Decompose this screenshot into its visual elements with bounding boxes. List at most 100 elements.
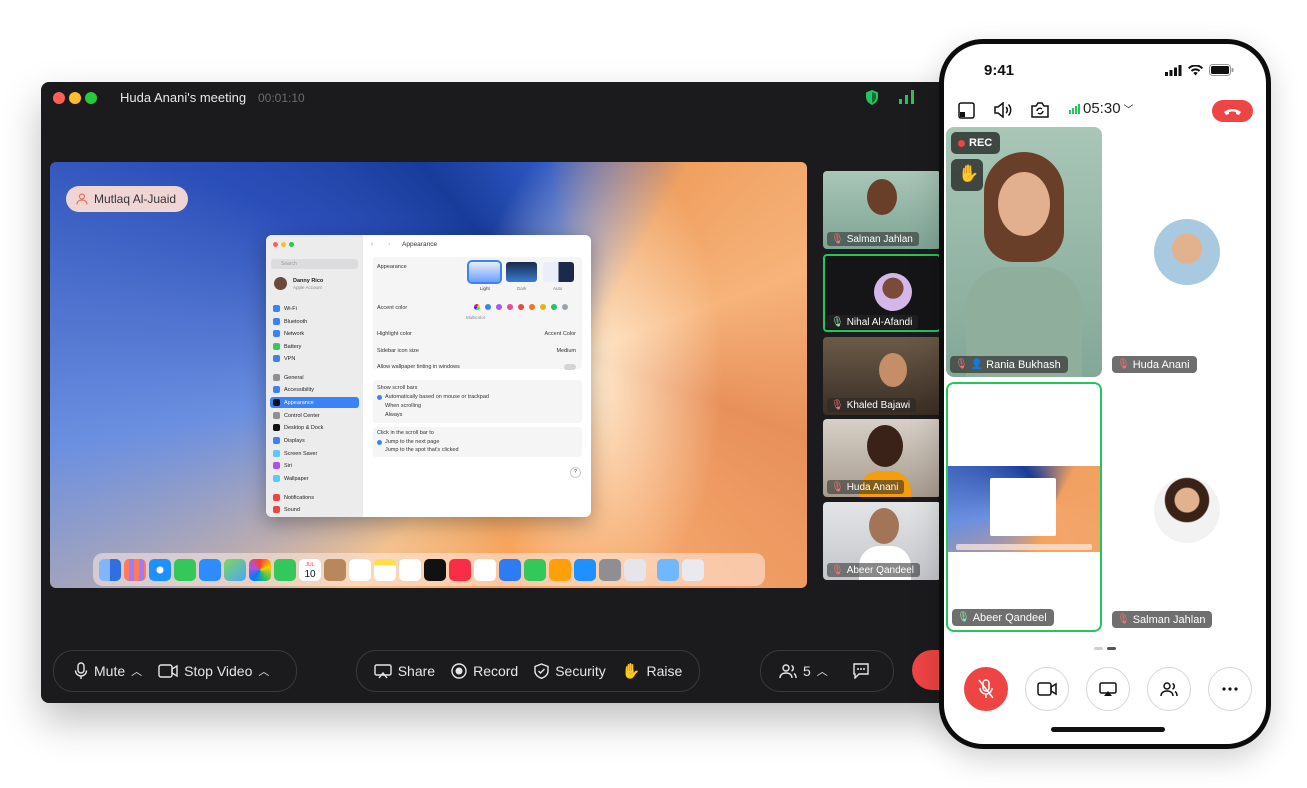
chevron-up-icon[interactable]: ︿ [131,663,142,679]
accent-green [551,304,557,310]
hand-icon: ✋ [958,164,980,183]
participant-tile-2-active[interactable]: 🎙 Nihal Al-Afandi [823,254,941,332]
settings-sidebar-item[interactable]: Network [270,328,359,339]
stop-video-button[interactable]: Stop Video ︿ [150,651,277,691]
raise-hand-button[interactable]: ✋ Raise [614,651,690,691]
radio-selected-icon [377,395,382,400]
accent-purple [496,304,502,310]
participant-tile-3[interactable]: 🎙 Khaled Bajawi [823,337,941,415]
phone-share-button[interactable] [1086,667,1130,711]
participant-tile-4[interactable]: 🎙 Huda Anani [823,419,941,497]
chat-button[interactable] [836,651,878,691]
facetime-icon [274,558,296,581]
switch-camera-icon[interactable] [1031,102,1049,118]
settings-sidebar-item[interactable]: VPN [270,353,359,364]
speaker-icon[interactable] [994,102,1012,118]
mute-button[interactable]: Mute ︿ [54,651,150,691]
settings-item-label: Control Center [284,412,320,419]
settings-item-label: Bluetooth [284,318,308,325]
participant-tile-1[interactable]: 🎙 Salman Jahlan [823,171,941,249]
accent-pink [507,304,513,310]
page-indicator-1[interactable] [1094,647,1103,650]
settings-sidebar-item[interactable]: Siri [270,460,359,471]
accent-red [518,304,524,310]
stop-video-label: Stop Video [184,663,253,679]
settings-sidebar-item[interactable]: Screen Saver [270,448,359,459]
chevron-up-icon[interactable]: ︿ [258,663,269,679]
person-icon [76,193,88,205]
call-duration[interactable]: 05:30 ﹀ [1069,100,1134,117]
microphone-icon [74,662,88,679]
theme-dark [506,262,537,282]
status-clock: 9:41 [984,62,1015,79]
encryption-shield-icon[interactable] [865,90,879,105]
macos-dock: JUL 10 [93,553,765,586]
settings-item-icon [273,374,280,381]
phone-video-button[interactable] [1025,667,1069,711]
settings-sidebar-item[interactable]: Wallpaper [270,473,359,484]
accent-blue [485,304,491,310]
settings-item-label: Wi-Fi [284,305,297,312]
participant-label: 🎙 Abeer Qandeel [827,563,920,577]
chevron-up-icon[interactable]: ︿ [817,663,828,679]
mic-muted-icon: 🎙 [831,481,844,493]
settings-item-label: Notifications [284,494,314,501]
presenter-tag: Mutlaq Al-Juaid [66,186,189,212]
forward-icon: › [388,241,391,248]
pip-icon[interactable] [958,102,975,119]
settings-sidebar-item[interactable]: Wi-Fi [270,303,359,314]
tile-name-label: 🎙 Abeer Qandeel [952,609,1054,626]
maximize-window-button[interactable] [85,92,97,104]
settings-sidebar-item[interactable]: Notifications [270,492,359,503]
phone-more-button[interactable] [1208,667,1252,711]
phone-tile-share-active[interactable]: 🎙 Abeer Qandeel [946,382,1102,632]
participant-label: 🎙 Huda Anani [827,480,905,494]
settings-sidebar-item[interactable]: General [270,372,359,383]
participants-button[interactable]: 5 ︿ [761,651,836,691]
video-camera-icon [1037,682,1057,696]
security-button[interactable]: Security [526,651,614,691]
meeting-timer: 00:01:10 [258,91,305,105]
phone-tile-top-right[interactable]: 🎙 Huda Anani [1108,127,1265,377]
freeform-icon [399,558,421,581]
participant-photo [867,425,903,467]
numbers-icon [524,558,546,581]
minimize-window-button[interactable] [69,92,81,104]
settings-sidebar-item[interactable]: Control Center [270,410,359,421]
close-window-button[interactable] [53,92,65,104]
settings-item-label: Sound [284,506,300,513]
settings-sidebar-item[interactable]: Desktop & Dock [270,422,359,433]
settings-item-label: Siri [284,462,292,469]
click-option-spot: Jump to the spot that's clicked [385,447,459,453]
settings-item-label: Battery [284,343,302,350]
settings-sidebar-item[interactable]: Sound [270,504,359,515]
phone-mute-button[interactable] [964,667,1008,711]
signal-bars-icon[interactable] [899,90,915,104]
settings-sidebar-item[interactable]: Accessibility [270,384,359,395]
share-button[interactable]: Share [366,651,443,691]
sidebar-icon-label: Sidebar icon size [377,348,419,354]
tinting-label: Allow wallpaper tinting in windows [377,364,460,370]
record-button[interactable]: Record [443,651,526,691]
settings-sidebar: Search Danny Rico Apple Account Wi-Fi Blu… [266,235,363,517]
settings-title: Appearance [402,241,438,248]
mic-icon: 🎙 [831,316,844,328]
click-option-next: Jump to the next page [385,439,440,445]
phone-tile-bottom-right[interactable]: 🎙 Salman Jahlan [1108,382,1265,632]
accent-orange [529,304,535,310]
keynote-icon [499,558,521,581]
settings-item-icon [273,437,280,444]
settings-sidebar-item[interactable]: Battery [270,341,359,352]
settings-sidebar-item[interactable]: Displays [270,435,359,446]
duration-text: 05:30 [1083,100,1121,117]
meeting-actions-group: Share Record Security ✋ Raise [356,650,700,692]
phone-participants-button[interactable] [1147,667,1191,711]
participant-tile-5[interactable]: 🎙 Abeer Qandeel [823,502,941,580]
settings-sidebar-item[interactable]: Appearance [270,397,359,408]
page-indicator-2[interactable] [1107,647,1116,650]
participant-name: Abeer Qandeel [846,564,914,576]
end-call-button[interactable] [1212,100,1253,122]
settings-sidebar-item[interactable]: Bluetooth [270,316,359,327]
phone-tile-main[interactable]: REC ✋ 🎙 👤 Rania Bukhash [946,127,1102,377]
signal-bars-icon [1069,103,1080,114]
